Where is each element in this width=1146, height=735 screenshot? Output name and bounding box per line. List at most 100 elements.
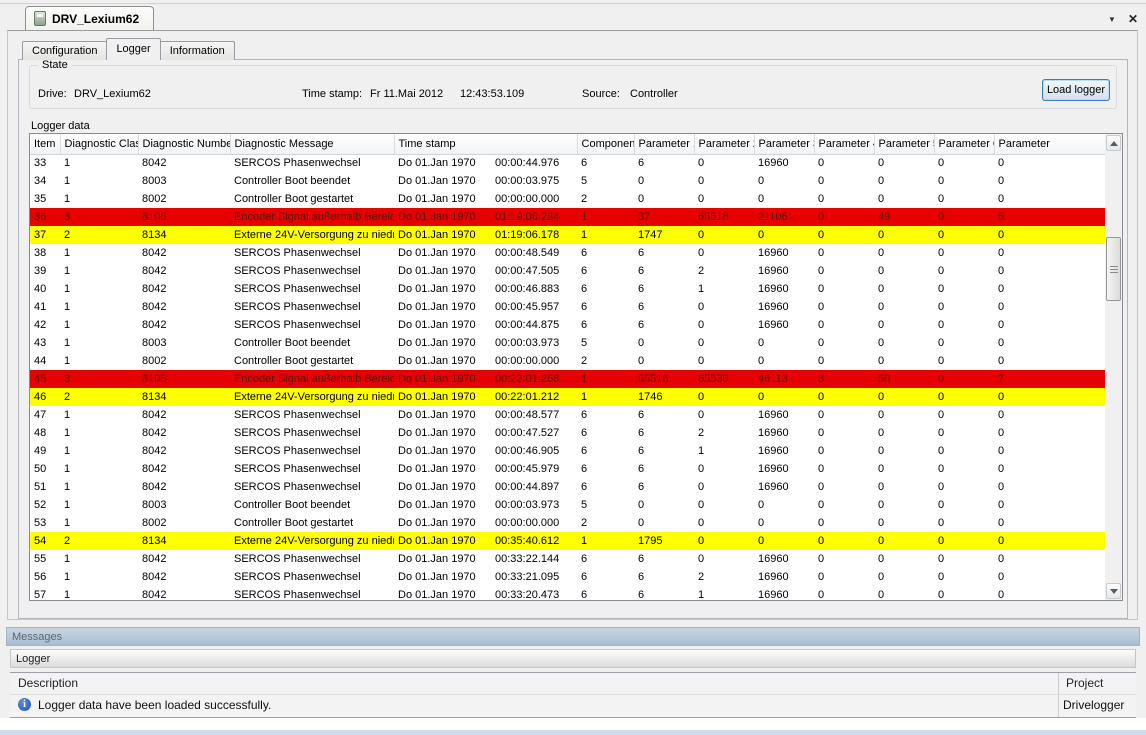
logger-data-group-label: Logger data: [31, 120, 90, 132]
chevron-down-icon[interactable]: ▼: [1108, 15, 1116, 24]
col-header-parameter-4[interactable]: Parameter 4: [814, 134, 874, 154]
table-row[interactable]: 3518002Controller Boot gestartetDo 01.Ja…: [30, 190, 1106, 208]
table-row[interactable]: 3638105Encoder Signal außerhalb BereichD…: [30, 208, 1106, 226]
cell: 8042: [138, 424, 230, 442]
table-row[interactable]: 3318042SERCOS PhasenwechselDo 01.Jan 197…: [30, 154, 1106, 172]
cell: 8042: [138, 586, 230, 601]
cell: 16960: [754, 550, 814, 568]
col-header-parameter-3[interactable]: Parameter 3: [754, 134, 814, 154]
col-header-component[interactable]: Component: [577, 134, 634, 154]
scroll-down-button[interactable]: [1106, 583, 1121, 599]
cell: 1: [60, 586, 138, 601]
scroll-up-button[interactable]: [1106, 135, 1121, 151]
cell: 0: [874, 226, 934, 244]
cell: Do 01.Jan 1970: [394, 316, 491, 334]
cell: 0: [874, 352, 934, 370]
logger-messages-category-bar[interactable]: Logger: [10, 649, 1136, 668]
cell: 5: [577, 172, 634, 190]
col-header-parameter-2[interactable]: Parameter 2: [694, 134, 754, 154]
col-header-parameter-7[interactable]: Parameter: [994, 134, 1105, 154]
cell: 0: [994, 514, 1105, 532]
description-column-header[interactable]: Description: [18, 673, 78, 694]
cell: 0: [694, 316, 754, 334]
table-row[interactable]: 5618042SERCOS PhasenwechselDo 01.Jan 197…: [30, 568, 1106, 586]
cell: 00:00:00.000: [491, 514, 577, 532]
col-header-time-stamp[interactable]: Time stamp: [394, 134, 577, 154]
cell: 1: [60, 442, 138, 460]
table-row[interactable]: 4318003Controller Boot beendetDo 01.Jan …: [30, 334, 1106, 352]
table-row[interactable]: 3918042SERCOS PhasenwechselDo 01.Jan 197…: [30, 262, 1106, 280]
table-row[interactable]: 4118042SERCOS PhasenwechselDo 01.Jan 197…: [30, 298, 1106, 316]
vertical-scrollbar[interactable]: [1105, 134, 1122, 600]
cell: 0: [754, 334, 814, 352]
cell: 1: [577, 208, 634, 226]
cell: 0: [874, 478, 934, 496]
cell: 1: [60, 514, 138, 532]
table-row[interactable]: 4918042SERCOS PhasenwechselDo 01.Jan 197…: [30, 442, 1106, 460]
document-tab-drv-lexium62[interactable]: DRV_Lexium62: [25, 6, 154, 30]
table-row[interactable]: 5218003Controller Boot beendetDo 01.Jan …: [30, 496, 1106, 514]
cell: 1: [60, 244, 138, 262]
table-row[interactable]: 5318002Controller Boot gestartetDo 01.Ja…: [30, 514, 1106, 532]
cell: 42: [30, 316, 60, 334]
table-row[interactable]: 5428134Externe 24V-Versorgung zu niedrig…: [30, 532, 1106, 550]
col-header-diagnostic-number[interactable]: Diagnostic Number: [138, 134, 230, 154]
cell: 0: [874, 172, 934, 190]
cell: 1: [577, 532, 634, 550]
cell: 3: [60, 208, 138, 226]
messages-panel-header[interactable]: Messages: [6, 627, 1140, 646]
cell: 0: [874, 514, 934, 532]
col-header-parameter-5[interactable]: Parameter 5: [874, 134, 934, 154]
tab-logger[interactable]: Logger: [106, 38, 160, 60]
cell: 0: [814, 532, 874, 550]
drive-value: DRV_Lexium62: [74, 88, 151, 100]
tab-information[interactable]: Information: [160, 41, 235, 60]
load-logger-button[interactable]: Load logger: [1042, 79, 1110, 101]
col-header-parameter-1[interactable]: Parameter 1: [634, 134, 694, 154]
table-row[interactable]: 4628134Externe 24V-Versorgung zu niedrig…: [30, 388, 1106, 406]
cell: 0: [754, 388, 814, 406]
cell: 52: [30, 496, 60, 514]
cell: 1: [694, 586, 754, 601]
cell: 1747: [634, 226, 694, 244]
cell: 0: [874, 190, 934, 208]
tab-configuration[interactable]: Configuration: [22, 41, 107, 60]
table-row[interactable]: 4538105Encoder Signal außerhalb BereichD…: [30, 370, 1106, 388]
table-row[interactable]: 5018042SERCOS PhasenwechselDo 01.Jan 197…: [30, 460, 1106, 478]
table-row[interactable]: 5118042SERCOS PhasenwechselDo 01.Jan 197…: [30, 478, 1106, 496]
table-row[interactable]: 4718042SERCOS PhasenwechselDo 01.Jan 197…: [30, 406, 1106, 424]
table-row[interactable]: 3418003Controller Boot beendetDo 01.Jan …: [30, 172, 1106, 190]
cell: 2: [577, 190, 634, 208]
cell: SERCOS Phasenwechsel: [230, 424, 394, 442]
table-row[interactable]: 3818042SERCOS PhasenwechselDo 01.Jan 197…: [30, 244, 1106, 262]
cell: 8134: [138, 388, 230, 406]
cell: 1: [60, 190, 138, 208]
triangle-down-icon: [1110, 589, 1118, 594]
cell: 0: [874, 388, 934, 406]
cell: 0: [634, 190, 694, 208]
project-column-header[interactable]: Project: [1066, 673, 1103, 694]
cell: 6: [577, 550, 634, 568]
cell: 0: [934, 388, 994, 406]
table-row[interactable]: 4218042SERCOS PhasenwechselDo 01.Jan 197…: [30, 316, 1106, 334]
scrollbar-thumb[interactable]: [1106, 237, 1121, 301]
cell: 5: [994, 208, 1105, 226]
table-row[interactable]: 5518042SERCOS PhasenwechselDo 01.Jan 197…: [30, 550, 1106, 568]
table-row[interactable]: 5718042SERCOS PhasenwechselDo 01.Jan 197…: [30, 586, 1106, 601]
cell: 39: [30, 262, 60, 280]
message-list-item[interactable]: i Logger data have been loaded successfu…: [10, 695, 1136, 716]
table-row[interactable]: 3728134Externe 24V-Versorgung zu niedrig…: [30, 226, 1106, 244]
cell: Do 01.Jan 1970: [394, 352, 491, 370]
col-header-diagnostic-class[interactable]: Diagnostic Class: [60, 134, 138, 154]
table-row[interactable]: 4418002Controller Boot gestartetDo 01.Ja…: [30, 352, 1106, 370]
table-row[interactable]: 4018042SERCOS PhasenwechselDo 01.Jan 197…: [30, 280, 1106, 298]
table-row[interactable]: 4818042SERCOS PhasenwechselDo 01.Jan 197…: [30, 424, 1106, 442]
cell: 1: [60, 262, 138, 280]
col-header-parameter-6[interactable]: Parameter 6: [934, 134, 994, 154]
col-header-diagnostic-message[interactable]: Diagnostic Message: [230, 134, 394, 154]
close-icon[interactable]: ✕: [1128, 12, 1138, 26]
cell: 0: [934, 514, 994, 532]
cell: 6: [634, 316, 694, 334]
cell: Do 01.Jan 1970: [394, 478, 491, 496]
col-header-item[interactable]: Item: [30, 134, 60, 154]
